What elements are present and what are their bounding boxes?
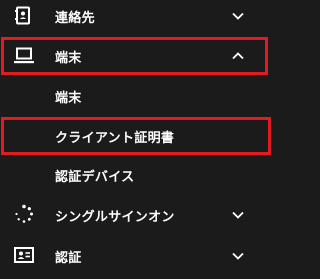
chevron-up-icon[interactable]	[230, 48, 246, 64]
sidebar-item-single-sign-on[interactable]: シングルサインオン	[0, 198, 274, 230]
sidebar-subitem-label: クライアント証明書	[55, 131, 175, 146]
sidebar-item-authentication[interactable]: 認証	[0, 238, 274, 272]
sidebar-subitem-label: 認証デバイス	[55, 170, 135, 185]
sidebar-item-devices[interactable]: 端末	[0, 38, 274, 73]
sidebar-item-label: 連絡先	[55, 11, 95, 26]
sidebar-subitem-client-certificates[interactable]: クライアント証明書	[0, 119, 274, 153]
sidebar-item-label: シングルサインオン	[55, 210, 175, 225]
sidebar-subitem-label: 端末	[55, 91, 82, 106]
sidebar-nav: 連絡先 端末 端末 クライアント証明書 認証デバイス シングルサインオン 認証	[0, 0, 274, 279]
sidebar-subitem-devices[interactable]: 端末	[0, 80, 274, 110]
sidebar-item-label: 端末	[55, 51, 82, 66]
chevron-down-icon[interactable]	[230, 207, 246, 223]
chevron-down-icon[interactable]	[230, 248, 246, 264]
laptop-icon	[14, 46, 34, 66]
chevron-down-icon[interactable]	[230, 8, 246, 24]
id-card-icon	[14, 245, 34, 265]
contact-book-icon	[14, 5, 34, 25]
loading-spinner-icon	[14, 204, 34, 224]
sidebar-item-label: 認証	[55, 251, 82, 266]
sidebar-item-contacts[interactable]: 連絡先	[0, 0, 274, 32]
sidebar-subitem-auth-devices[interactable]: 認証デバイス	[0, 160, 274, 190]
